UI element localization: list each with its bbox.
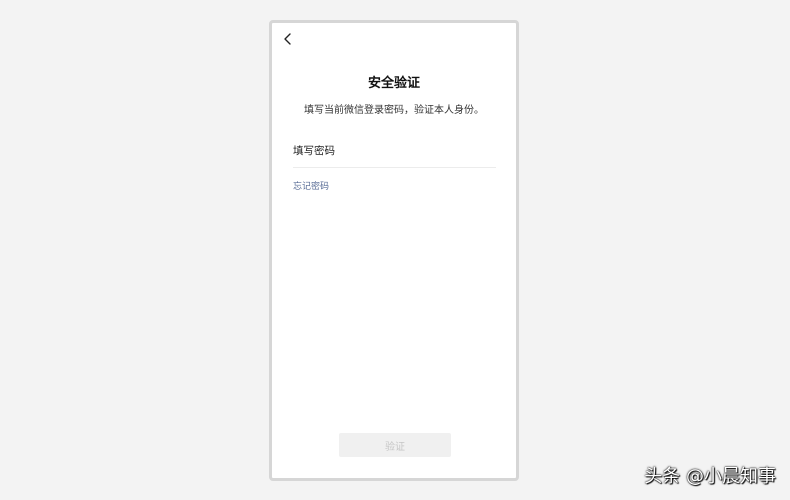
page-subtitle: 填写当前微信登录密码，验证本人身份。	[304, 105, 484, 116]
verify-button[interactable]: 验证	[339, 433, 451, 457]
phone-screen: 安全验证 填写当前微信登录密码，验证本人身份。 忘记密码 验证	[269, 20, 519, 481]
password-field	[293, 139, 496, 168]
forgot-password-link[interactable]: 忘记密码	[293, 179, 329, 192]
password-input[interactable]	[293, 139, 496, 163]
watermark: 头条 @小晨知事	[644, 466, 776, 487]
page-title: 安全验证	[367, 76, 420, 91]
back-button[interactable]	[280, 31, 296, 47]
chevron-left-icon	[284, 33, 291, 45]
